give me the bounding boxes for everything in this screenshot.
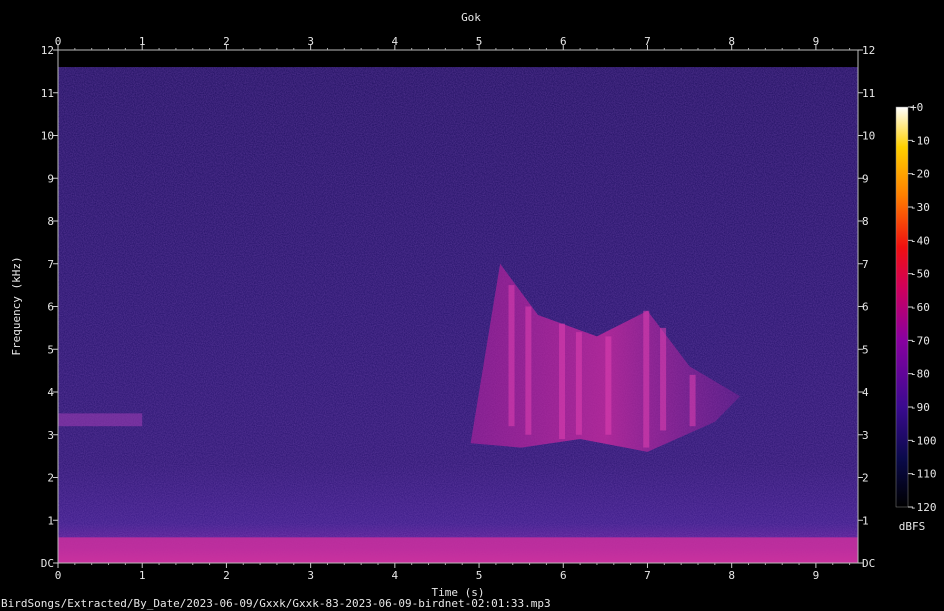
y-tick-label: 5 [47, 343, 54, 356]
y-tick-label-right: 10 [862, 130, 875, 143]
colorbar-tick-label: -120 [910, 501, 937, 514]
x-tick-label-top: 1 [139, 35, 146, 48]
y-tick-label-right: 7 [862, 258, 869, 271]
colorbar-label: dBFS [899, 520, 926, 533]
low-tone-band [58, 413, 143, 427]
y-axis-left: DC123456789101112 [41, 44, 58, 570]
x-tick-label: 7 [644, 569, 651, 582]
x-tick-label: 2 [223, 569, 230, 582]
y-tick-label-right: 9 [862, 172, 869, 185]
y-tick-label-right: 5 [862, 343, 869, 356]
y-tick-label-right: 4 [862, 386, 869, 399]
chart-title: Gok [461, 11, 481, 24]
call-streak [660, 327, 667, 431]
y-tick-label-right: 8 [862, 215, 869, 228]
y-tick-label: DC [41, 557, 54, 570]
colorbar-gradient [895, 106, 909, 508]
call-streak [689, 374, 696, 427]
y-axis-right: DC123456789101112 [858, 44, 875, 570]
x-tick-label-top: 9 [813, 35, 820, 48]
colorbar-tick-label: +0 [910, 101, 923, 114]
colorbar-tick-label: -40 [910, 234, 930, 247]
y-tick-label-right: 11 [862, 87, 875, 100]
y-tick-label-right: 6 [862, 301, 869, 314]
y-tick-label: 3 [47, 429, 54, 442]
colorbar-tick-label: -10 [910, 134, 930, 147]
colorbar-tick-label: -30 [910, 201, 930, 214]
y-tick-label: 9 [47, 172, 54, 185]
x-tick-label: 4 [392, 569, 399, 582]
y-tick-label-right: 2 [862, 472, 869, 485]
x-axis-top: 0 1 2 3 4 5 6 7 8 9 [55, 35, 851, 50]
x-tick-label: 8 [728, 569, 735, 582]
y-tick-label: 12 [41, 44, 54, 57]
y-tick-label-right: DC [862, 557, 875, 570]
x-tick-label-top: 4 [392, 35, 399, 48]
y-tick-label: 2 [47, 472, 54, 485]
x-tick-label-top: 7 [644, 35, 651, 48]
colorbar-ticks: +0 -10 -20 -30 -40 -50 -60 -70 -80 -90 -100 -110 -12… [908, 101, 937, 514]
y-tick-label-right: 1 [862, 514, 869, 527]
y-tick-label: 10 [41, 130, 54, 143]
call-streak [605, 336, 612, 435]
call-streak [643, 310, 650, 448]
file-path-footer: BirdSongs/Extracted/By_Date/2023-06-09/G… [1, 597, 551, 610]
x-tick-label: 0 [55, 569, 62, 582]
call-streak [508, 285, 515, 427]
colorbar-tick-label: -60 [910, 301, 930, 314]
colorbar-tick-label: -110 [910, 468, 937, 481]
call-streak [559, 323, 566, 440]
x-tick-label: 6 [560, 569, 567, 582]
spectrogram-figure: 0123456789 0123456789 DC123456789101112 … [10, 11, 937, 599]
y-tick-label-right: 12 [862, 44, 875, 57]
dc-energy-band [58, 537, 858, 563]
x-tick-label: 1 [139, 569, 146, 582]
x-tick-label-top: 2 [223, 35, 230, 48]
x-tick-label: 5 [476, 569, 483, 582]
colorbar-tick-label: -50 [910, 268, 930, 281]
call-streak [575, 332, 582, 435]
y-axis-label: Frequency (kHz) [10, 256, 23, 355]
y-tick-label: 11 [41, 87, 54, 100]
x-tick-label-top: 0 [55, 35, 62, 48]
x-axis-bottom: 0 1 2 3 4 5 6 7 8 9 [55, 563, 851, 582]
x-tick-label-top: 8 [728, 35, 735, 48]
call-streak [525, 306, 532, 435]
x-tick-label: 3 [307, 569, 314, 582]
colorbar-tick-label: -100 [910, 434, 937, 447]
y-tick-label: 7 [47, 258, 54, 271]
y-tick-label: 4 [47, 386, 54, 399]
x-tick-label-top: 6 [560, 35, 567, 48]
x-tick-label: 9 [813, 569, 820, 582]
spectrogram-noise [58, 67, 858, 563]
colorbar-tick-label: -20 [910, 168, 930, 181]
y-tick-label-right: 3 [862, 429, 869, 442]
y-tick-label: 1 [47, 514, 54, 527]
x-tick-label-top: 5 [476, 35, 483, 48]
colorbar-tick-label: -90 [910, 401, 930, 414]
y-tick-label: 6 [47, 301, 54, 314]
colorbar-tick-label: -80 [910, 368, 930, 381]
spectrogram-plot [58, 50, 858, 563]
colorbar: +0 -10 -20 -30 -40 -50 -60 -70 -80 -90 -100 -110 -12… [895, 101, 937, 533]
y-tick-label: 8 [47, 215, 54, 228]
x-tick-label-top: 3 [307, 35, 314, 48]
colorbar-tick-label: -70 [910, 334, 930, 347]
